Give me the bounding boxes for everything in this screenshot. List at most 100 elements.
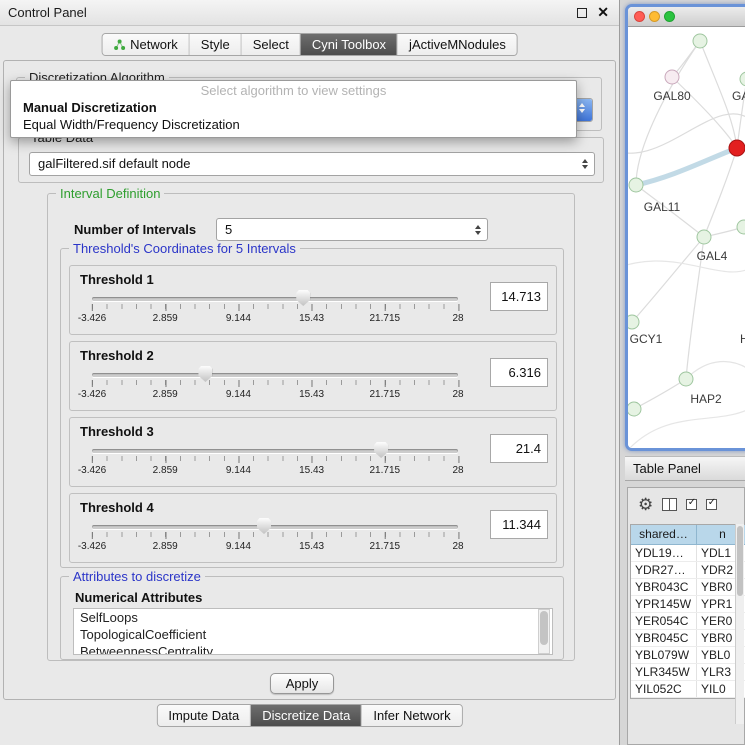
slider-track[interactable] (92, 449, 458, 453)
slider-scale: -3.4262.8599.14415.4321.71528 (92, 462, 458, 478)
table-row[interactable]: YPR145WYPR1 (631, 596, 745, 613)
slider-scale-label: 15.43 (299, 465, 324, 476)
table-row[interactable]: YER054CYER0 (631, 613, 745, 630)
threshold-slider[interactable]: -3.4262.8599.14415.4321.71528 (92, 518, 458, 560)
slider-ticks (92, 456, 458, 461)
table-row[interactable]: YIL052CYIL0 (631, 681, 745, 698)
attribute-list-item[interactable]: SelfLoops (74, 609, 552, 626)
window-title: Control Panel (8, 5, 87, 20)
tab-impute-data[interactable]: Impute Data (157, 705, 251, 726)
attributes-to-discretize-group: Attributes to discretize Numerical Attri… (60, 576, 564, 660)
popup-item-manual-discretization[interactable]: Manual Discretization (11, 99, 576, 116)
network-node[interactable] (628, 402, 641, 416)
threshold-value-field[interactable]: 6.316 (490, 358, 548, 387)
combobox-value: galFiltered.sif default node (38, 156, 190, 171)
tab-label: jActiveMNodules (409, 37, 506, 52)
slider-track[interactable] (92, 373, 458, 377)
cyni-bottom-tabbar: Impute Data Discretize Data Infer Networ… (156, 704, 462, 727)
attributes-list-scrollbar[interactable] (538, 609, 550, 654)
table-data-combobox[interactable]: galFiltered.sif default node (29, 152, 595, 176)
threshold-slider[interactable]: -3.4262.8599.14415.4321.71528 (92, 442, 458, 484)
checkbox-icon[interactable] (686, 499, 697, 510)
table-row[interactable]: YBR045CYBR0 (631, 630, 745, 647)
threshold-label: Threshold 2 (80, 348, 154, 363)
apply-button[interactable]: Apply (270, 673, 334, 694)
network-node[interactable] (693, 34, 707, 48)
tab-cyni-toolbox[interactable]: Cyni Toolbox (301, 34, 398, 55)
threshold-slider[interactable]: -3.4262.8599.14415.4321.71528 (92, 290, 458, 332)
network-node-label: GAL4 (697, 249, 728, 263)
tab-infer-network[interactable]: Infer Network (362, 705, 461, 726)
numerical-attributes-label: Numerical Attributes (75, 590, 202, 605)
float-window-icon[interactable] (577, 8, 587, 18)
attribute-list-item[interactable]: TopologicalCoefficient (74, 626, 552, 643)
network-node[interactable] (737, 220, 745, 234)
combobox-arrows-icon[interactable] (582, 159, 588, 169)
tab-network[interactable]: Network (102, 34, 190, 55)
table-cell: YPR145W (631, 596, 697, 612)
network-node[interactable] (740, 72, 745, 86)
scrollbar-thumb[interactable] (540, 611, 548, 645)
table-row[interactable]: YDR27…YDR2 (631, 562, 745, 579)
network-graph: GAL80 GA GAL11 GAL4 GCY1 HAP2 H (628, 27, 745, 450)
node-table-body: YDL19…YDL1YDR27…YDR2YBR043CYBR0YPR145WYP… (631, 545, 745, 698)
slider-scale-label: 28 (452, 541, 463, 552)
control-panel-titlebar[interactable]: Control Panel ✕ (0, 0, 619, 26)
table-scrollbar[interactable] (735, 524, 744, 724)
table-row[interactable]: YLR345WYLR3 (631, 664, 745, 681)
threshold-value-field[interactable]: 11.344 (490, 510, 548, 539)
network-node-gal80[interactable] (665, 70, 679, 84)
threshold-value-field[interactable]: 14.713 (490, 282, 548, 311)
slider-scale-label: -3.426 (78, 465, 106, 476)
attributes-list[interactable]: SelfLoopsTopologicalCoefficientBetweenne… (73, 608, 553, 655)
columns-icon[interactable] (662, 498, 677, 511)
spinner-arrows-icon[interactable] (475, 225, 481, 235)
network-window-titlebar[interactable] (628, 7, 745, 27)
tab-style[interactable]: Style (190, 34, 242, 55)
checkbox-icon[interactable] (706, 499, 717, 510)
slider-scale-label: 21.715 (370, 389, 401, 400)
gear-icon[interactable]: ⚙ (638, 496, 653, 513)
network-node-hap2[interactable] (679, 372, 693, 386)
tab-label: Select (253, 37, 289, 52)
network-node-gal4[interactable] (697, 230, 711, 244)
table-cell: YBL079W (631, 647, 697, 663)
table-row[interactable]: YBR043CYBR0 (631, 579, 745, 596)
network-canvas[interactable]: GAL80 GA GAL11 GAL4 GCY1 HAP2 H (628, 27, 745, 450)
threshold-slider[interactable]: -3.4262.8599.14415.4321.71528 (92, 366, 458, 408)
slider-scale-label: 9.144 (226, 465, 251, 476)
minimize-traffic-light-icon[interactable] (649, 11, 660, 22)
zoom-traffic-light-icon[interactable] (664, 11, 675, 22)
table-row[interactable]: YBL079WYBL0 (631, 647, 745, 664)
close-traffic-light-icon[interactable] (634, 11, 645, 22)
network-node-gcy1[interactable] (628, 315, 639, 329)
table-row[interactable]: YDL19…YDL1 (631, 545, 745, 562)
network-node-label: GAL80 (653, 89, 691, 103)
tab-jactivemnodules[interactable]: jActiveMNodules (398, 34, 517, 55)
table-data-group: Table Data galFiltered.sif default node (18, 137, 604, 183)
node-table: shared… n YDL19…YDL1YDR27…YDR2YBR043CYBR… (630, 524, 745, 699)
slider-track[interactable] (92, 525, 458, 529)
algorithm-dropdown-popup: Select algorithm to view settings Manual… (10, 80, 577, 138)
highlighted-edge[interactable] (636, 148, 737, 185)
threshold-value-field[interactable]: 21.4 (490, 434, 548, 463)
tab-select[interactable]: Select (242, 34, 301, 55)
column-header-shared-name[interactable]: shared… (631, 525, 697, 544)
slider-scale-label: 15.43 (299, 541, 324, 552)
scrollbar-thumb[interactable] (737, 526, 743, 596)
popup-item-equal-width-frequency[interactable]: Equal Width/Frequency Discretization (11, 116, 576, 133)
slider-scale: -3.4262.8599.14415.4321.71528 (92, 386, 458, 402)
network-view-window[interactable]: GAL80 GA GAL11 GAL4 GCY1 HAP2 H (625, 4, 745, 451)
slider-scale-label: -3.426 (78, 313, 106, 324)
network-node-selected[interactable] (729, 140, 745, 156)
attribute-list-item[interactable]: BetweennessCentrality (74, 643, 552, 655)
slider-scale-label: 21.715 (370, 541, 401, 552)
tab-discretize-data[interactable]: Discretize Data (251, 705, 362, 726)
table-panel-header[interactable]: Table Panel (625, 456, 745, 481)
network-node-gal11[interactable] (629, 178, 643, 192)
control-panel-tabbar: Network Style Select Cyni Toolbox jActiv… (101, 33, 518, 56)
close-icon[interactable]: ✕ (597, 4, 609, 21)
slider-track[interactable] (92, 297, 458, 301)
tab-label: Infer Network (373, 708, 450, 723)
number-of-intervals-spinner[interactable]: 5 (216, 218, 488, 241)
